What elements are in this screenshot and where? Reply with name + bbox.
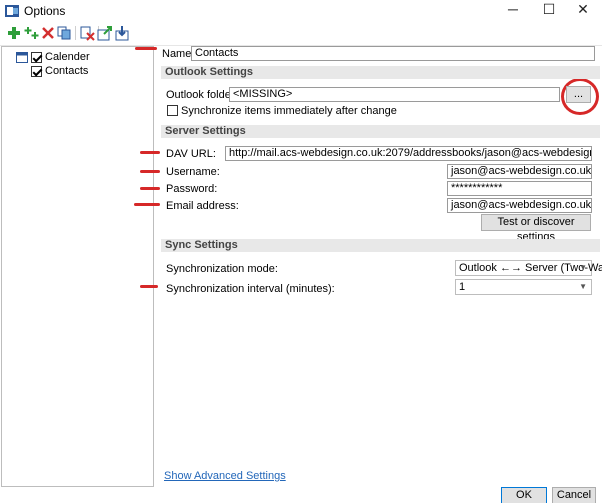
email-address-label: Email address: — [166, 200, 239, 212]
annotation-mark — [140, 151, 160, 154]
contacts-checkbox[interactable] — [31, 65, 42, 77]
tree-item-label: Calender — [45, 51, 90, 63]
test-settings-button[interactable]: Test or discover settings — [481, 214, 591, 243]
annotation-mark — [134, 203, 160, 206]
toolbar-separator — [75, 26, 76, 40]
maximize-button[interactable]: ☐ — [532, 0, 566, 18]
sync-interval-label: Synchronization interval (minutes): — [166, 283, 335, 295]
server-settings-header: Server Settings — [161, 125, 600, 138]
export-icon[interactable] — [97, 25, 113, 41]
outlook-folder-label: Outlook folder: — [166, 89, 238, 101]
username-label: Username: — [166, 166, 220, 178]
toolbar — [0, 22, 602, 46]
show-advanced-settings-link[interactable]: Show Advanced Settings — [164, 470, 286, 482]
window-title: Options — [24, 4, 66, 18]
annotation-mark — [140, 170, 160, 173]
sync-mode-label: Synchronization mode: — [166, 263, 278, 275]
copy-icon[interactable] — [56, 25, 72, 41]
tree-item-calender[interactable]: Calender — [16, 50, 90, 64]
annotation-mark — [135, 47, 157, 50]
title-bar: Options ─ ☐ ✕ — [0, 0, 602, 22]
chevron-down-icon: ▼ — [579, 263, 587, 272]
ok-button[interactable]: OK — [501, 487, 547, 503]
profile-tree: Calender Contacts — [1, 46, 154, 487]
sync-settings-header: Sync Settings — [161, 239, 600, 252]
sync-immediately-checkbox[interactable] — [167, 105, 178, 116]
name-label: Name: — [162, 48, 195, 60]
browse-folder-button[interactable]: ... — [566, 86, 591, 103]
sync-interval-value: 1 — [459, 281, 466, 293]
calender-checkbox[interactable] — [31, 51, 42, 63]
add-multiple-icon[interactable] — [24, 25, 40, 41]
password-label: Password: — [166, 183, 218, 195]
close-button[interactable]: ✕ — [566, 0, 600, 18]
add-icon[interactable] — [6, 25, 22, 41]
sync-interval-select[interactable]: 1 ▼ — [455, 279, 592, 295]
dav-url-label: DAV URL: — [166, 148, 216, 160]
sync-mode-select[interactable]: Outlook ←→ Server (Two-Way) ▼ — [455, 260, 602, 276]
password-field[interactable]: ************ — [447, 181, 592, 196]
dav-url-field[interactable]: http://mail.acs-webdesign.co.uk:2079/add… — [225, 146, 592, 161]
outlook-settings-header: Outlook Settings — [161, 66, 600, 79]
chevron-down-icon: ▼ — [579, 282, 587, 291]
cancel-button[interactable]: Cancel — [552, 487, 596, 503]
tree-item-contacts[interactable]: Contacts — [31, 64, 88, 78]
annotation-mark — [140, 187, 160, 190]
import-icon[interactable] — [114, 25, 130, 41]
username-field[interactable]: jason@acs-webdesign.co.uk — [447, 164, 592, 179]
clear-cache-icon[interactable] — [79, 25, 95, 41]
tree-item-label: Contacts — [45, 65, 89, 77]
email-address-field[interactable]: jason@acs-webdesign.co.uk — [447, 198, 592, 213]
outlook-folder-field[interactable]: <MISSING> — [229, 87, 560, 102]
minimize-button[interactable]: ─ — [496, 0, 530, 18]
delete-icon[interactable] — [40, 25, 56, 41]
calendar-icon — [16, 52, 28, 63]
annotation-mark — [140, 285, 158, 288]
sync-immediately-label: Synchronize items immediately after chan… — [181, 105, 397, 117]
app-icon — [5, 5, 19, 17]
name-field[interactable]: Contacts — [191, 46, 595, 61]
